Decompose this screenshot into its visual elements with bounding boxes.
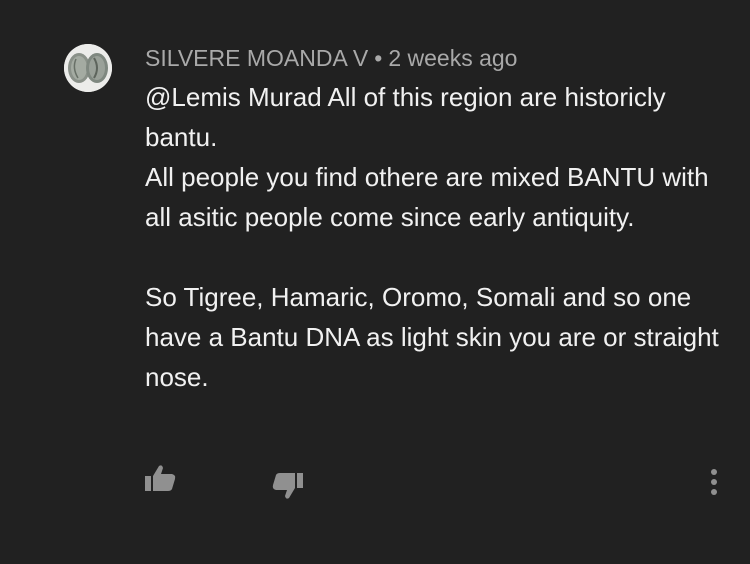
timestamp: 2 weeks ago xyxy=(388,45,518,71)
thumbs-down-icon xyxy=(272,473,303,499)
comment-line: So Tigree, Hamaric, Oromo, Somali and so… xyxy=(145,282,719,392)
separator-dot: • xyxy=(374,45,383,71)
comment-line: @Lemis Murad All of this region are hist… xyxy=(145,82,666,152)
more-vertical-icon xyxy=(711,469,717,495)
like-button[interactable] xyxy=(140,460,180,500)
comment-text: @Lemis Murad All of this region are hist… xyxy=(145,77,725,397)
dislike-button[interactable] xyxy=(268,464,308,504)
comment-header: SILVERE MOANDA V • 2 weeks ago xyxy=(145,44,517,72)
comment-item: SILVERE MOANDA V • 2 weeks ago @Lemis Mura… xyxy=(0,0,750,564)
thumbs-up-icon xyxy=(145,465,176,491)
comment-line: All people you find othere are mixed BAN… xyxy=(145,162,709,232)
author-name[interactable]: SILVERE MOANDA V xyxy=(145,45,368,71)
avatar[interactable] xyxy=(64,44,112,92)
more-options-button[interactable] xyxy=(698,464,730,500)
